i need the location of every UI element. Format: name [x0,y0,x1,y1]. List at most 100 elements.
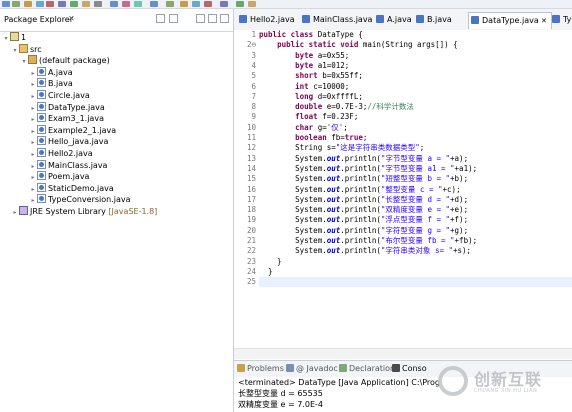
package-explorer-title[interactable]: Package Explorer [4,15,73,24]
horizontal-scrollbar[interactable] [234,348,572,359]
tree-item-label: DataType.java [48,102,105,112]
code-token: d=0xffffL; [317,91,363,101]
code-line[interactable]: long d=0xffffL; [259,92,363,102]
tree-item[interactable]: ▸ Poem.java [29,171,89,183]
tree-item[interactable]: ▸ Circle.java [29,90,90,102]
toolbar-button-icon[interactable] [166,1,174,7]
bottom-tab[interactable]: @ Javadoc [286,364,338,373]
code-line[interactable]: } [259,267,273,277]
bottom-tab-label: Conso [402,364,427,373]
minimize-icon[interactable] [208,14,217,23]
code-line[interactable]: System.out.println("布尔型变量 fb = "+fb); [259,236,477,246]
code-token: out [326,236,341,245]
toolbar-button-icon[interactable] [204,1,212,7]
tree-item-label: B.java [48,79,73,89]
toolbar-button-icon[interactable] [70,1,78,7]
collapsed-arrow-icon[interactable]: ▸ [11,207,19,219]
tree-item[interactable]: ▸ Exam3_1.java [29,113,104,125]
code-line[interactable]: public static void main(String args[]) { [259,40,458,50]
code-token: ; [362,133,368,142]
toolbar-button-icon[interactable] [236,1,244,7]
toolbar-button-icon[interactable] [36,1,44,7]
code-line[interactable]: public class DataType { [259,30,363,40]
toolbar-button-icon[interactable] [24,1,32,7]
toolbar-button-icon[interactable] [110,1,118,7]
code-line[interactable]: System.out.println("字节型变量 a1 = "+a1); [259,164,477,174]
code-line[interactable]: boolean fb=true; [259,133,367,143]
console-header: <terminated> DataType [Java Application]… [238,378,440,387]
toolbar-button-icon[interactable] [82,1,90,7]
toolbar-button-icon[interactable] [248,1,256,7]
code-line[interactable]: byte a=0x55; [259,51,349,61]
code-line[interactable]: System.out.println("字符串类对象 s= "+s); [259,246,471,256]
code-line[interactable]: String s="这是字符串类数据类型"; [259,143,424,153]
toolbar-button-icon[interactable] [134,1,142,7]
collapse-all-icon[interactable] [156,14,165,23]
tree-item[interactable]: ▸ Hello2.java [29,148,93,160]
editor-tab[interactable]: Ty [550,12,572,28]
expanded-arrow-icon[interactable]: ▾ [11,45,19,57]
tree-item[interactable]: ▸ B.java [29,78,73,90]
close-icon[interactable]: ✕ [68,14,75,23]
code-line[interactable]: System.out.println("短整型变量 b = "+b); [259,174,468,184]
code-line[interactable]: System.out.println("字符型变量 g = "+g); [259,226,468,236]
tree-item[interactable]: ▸ JRE System Library [JavaSE-1.8] [11,206,157,218]
code-token: System. [259,246,327,256]
tree-item[interactable]: ▾ src [11,43,42,57]
code-editor[interactable]: 1 2⊖ 3 4 5 6 7 8 9 10 11 12 13 14 15 16 17 18 19 20 21 22 23 24… [234,30,572,348]
editor-tab[interactable]: MainClass.java [300,12,374,28]
toolbar-button-icon[interactable] [150,1,158,7]
toolbar-button-icon[interactable] [94,1,102,7]
code-line[interactable]: double e=0.7E-3;//科学计数法 [259,102,414,112]
expanded-arrow-icon[interactable]: ▾ [20,56,28,68]
watermark-logo: 创新互联 CHUANG XIN HU LIAN [436,364,568,400]
code-line[interactable]: System.out.println("字节型变量 a = "+a); [259,154,468,164]
bottom-tab[interactable]: Declaration [339,364,395,373]
tree-item[interactable]: ▸ Hello_java.java [29,136,108,148]
tree-item[interactable]: ▸ DataType.java [29,101,105,114]
bottom-tab[interactable]: Conso [392,364,427,373]
tree-item[interactable]: ▸ MainClass.java [29,159,107,172]
code-token: "浮点型变量 f = " [380,215,451,225]
maximize-icon[interactable] [220,14,229,23]
code-line[interactable]: } [259,257,282,267]
code-line[interactable]: System.out.println("整型变量 c = "+c); [259,185,460,195]
code-line[interactable]: int c=10000; [259,82,349,92]
link-editor-icon[interactable] [169,14,178,23]
toolbar-button-icon[interactable] [220,1,228,7]
toolbar-button-icon[interactable] [58,1,66,7]
tree-item[interactable]: ▾ (default package) [20,55,110,67]
code-line[interactable]: System.out.println("长整型变量 d = "+d); [259,195,468,205]
line-number: 6 [251,81,256,91]
code-token: System. [259,215,327,225]
editor-tab[interactable]: B.java [414,12,468,28]
toolbar-button-icon[interactable] [122,1,130,7]
toolbar-button-icon[interactable] [2,1,10,7]
code-line[interactable]: float f=0.23F; [259,112,358,122]
java-file-icon [37,136,46,146]
toolbar-button-icon[interactable] [180,1,188,7]
view-menu-icon[interactable] [196,14,205,23]
code-line[interactable]: char g='仅'; [259,123,348,133]
bottom-tab[interactable]: Problems [237,364,284,373]
tree-item[interactable]: ▸ Example2_1.java [29,124,116,137]
tree-item[interactable]: ▾ 1 [2,32,26,44]
tree-item[interactable]: ▸ A.java [29,66,73,79]
close-icon[interactable]: ✕ [539,17,547,25]
code-line[interactable] [259,277,572,288]
code-line[interactable]: byte a1=012; [259,61,349,71]
tree-item[interactable]: ▸ TypeConversion.java [29,194,131,206]
code-line[interactable]: System.out.println("浮点型变量 f = "+f); [259,215,468,225]
code-line[interactable]: short b=0x55ff; [259,71,363,81]
editor-tab[interactable]: DataType.java ✕ [468,12,552,29]
tree-item[interactable]: ▸ StaticDemo.java [29,182,114,195]
toolbar-button-icon[interactable] [46,1,54,7]
toolbar-button-icon[interactable] [192,1,200,7]
toolbar-button-icon[interactable] [12,1,20,7]
editor-tab[interactable]: A.java [374,12,414,28]
code-line[interactable]: System.out.println("双精度变量 e = "+e); [259,205,468,215]
expanded-arrow-icon[interactable]: ▾ [2,33,10,45]
java-file-icon [37,90,46,99]
editor-tab[interactable]: Hello2.java [237,12,301,28]
